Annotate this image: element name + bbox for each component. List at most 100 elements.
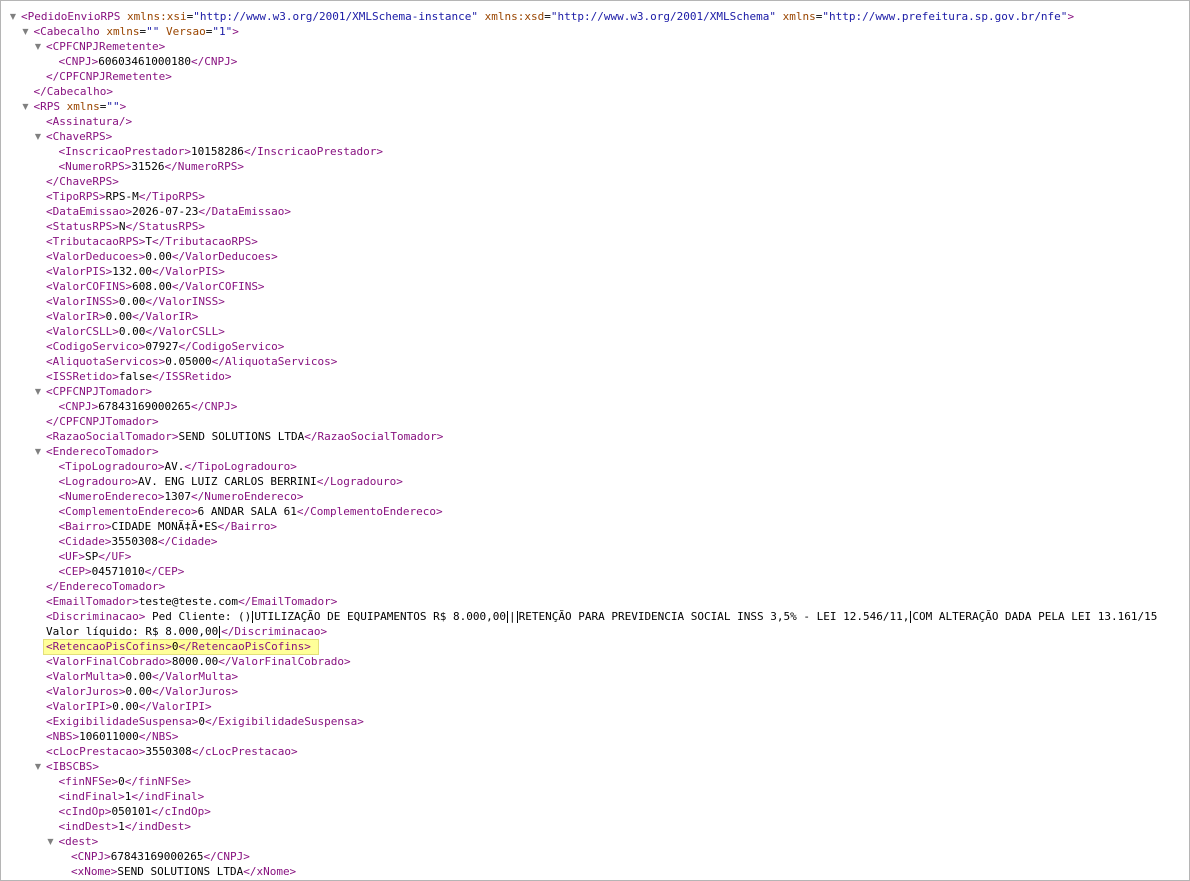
xml-tag: </cLocPrestacao> [191, 745, 298, 758]
xml-text: COM ALTERAÇÃO DADA PELA LEI 13.161/15 [912, 610, 1158, 623]
xml-tag: <CEP> [58, 565, 92, 578]
xml-tag: </ValorPIS> [151, 265, 225, 278]
xml-tag: <CNPJ> [58, 55, 99, 68]
xml-tag: </Discriminacao> [221, 625, 328, 638]
xml-tag: </EnderecoTomador> [46, 580, 166, 593]
xml-text: 3550308 [111, 535, 158, 548]
xml-text: 8000.00 [171, 655, 219, 668]
xml-text: 3550308 [145, 745, 192, 758]
xml-line: <RetencaoPisCofins>0</RetencaoPisCofins> [1, 639, 1189, 655]
xml-viewer: ▼ <PedidoEnvioRPS xmlns:xsi="http://www.w… [0, 0, 1190, 881]
xml-tag: </indFinal> [131, 790, 205, 803]
xml-tag: <indDest> [58, 820, 119, 833]
xml-text: 050101 [111, 805, 152, 818]
xml-tag: <Bairro> [58, 520, 112, 533]
xml-line-content: <ExigibilidadeSuspensa>0</ExigibilidadeS… [46, 714, 364, 729]
xml-tag: <Logradouro> [58, 475, 138, 488]
xml-line-content: <Bairro>CIDADE MONÃ‡Ã•ES</Bairro> [59, 519, 278, 534]
xml-text: 132.00 [112, 265, 152, 278]
xml-tag: </xNome> [243, 865, 297, 878]
xml-line-content: <TipoLogradouro>AV.</TipoLogradouro> [59, 459, 297, 474]
xml-line: </EnderecoTomador> [1, 579, 1189, 594]
xml-line: <ISSRetido>false</ISSRetido> [1, 369, 1189, 384]
xml-line: ▼ <CPFCNPJRemetente> [1, 39, 1189, 54]
xml-line: </CPFCNPJRemetente> [1, 69, 1189, 84]
xml-line-content: <RetencaoPisCofins>0</RetencaoPisCofins> [43, 639, 319, 655]
xml-tag: <ValorINSS> [46, 295, 119, 308]
xml-line: <ValorPIS>132.00</ValorPIS> [1, 264, 1189, 279]
xml-tag: </ExigibilidadeSuspensa> [204, 715, 364, 728]
xml-tag: <ValorPIS> [46, 265, 113, 278]
collapse-toggle-icon[interactable]: ▼ [33, 444, 43, 459]
xml-line-content: <ValorIR>0.00</ValorIR> [46, 309, 198, 324]
xml-tag: <CPFCNPJRemetente> [46, 40, 166, 53]
xml-text: 07927 [145, 340, 179, 353]
xml-line: ▼ <PedidoEnvioRPS xmlns:xsi="http://www.w… [1, 9, 1189, 24]
xml-tag: <cIndOp> [58, 805, 112, 818]
xml-tag: <DataEmissao> [46, 205, 133, 218]
xml-line: <CNPJ>60603461000180</CNPJ> [1, 54, 1189, 69]
xml-line-content: <Logradouro>AV. ENG LUIZ CARLOS BERRINI<… [59, 474, 403, 489]
xml-line: <ExigibilidadeSuspensa>0</ExigibilidadeS… [1, 714, 1189, 729]
xml-tag: <Cabecalho [33, 25, 107, 38]
xml-line: <TipoRPS>RPS-M</TipoRPS> [1, 189, 1189, 204]
xml-text: 0.00 [112, 700, 139, 713]
collapse-toggle-icon[interactable]: ▼ [8, 9, 18, 24]
xml-line-content: <indDest>1</indDest> [59, 819, 191, 834]
xml-text: 1 [118, 820, 125, 833]
xml-line-content: <Cidade>3550308</Cidade> [59, 534, 218, 549]
xml-line-content: <cLocPrestacao>3550308</cLocPrestacao> [46, 744, 298, 759]
xml-line-content: <AliquotaServicos>0.05000</AliquotaServi… [46, 354, 337, 369]
xml-tag: <TributacaoRPS> [46, 235, 146, 248]
xml-attribute-value: "" [106, 100, 120, 113]
collapse-toggle-icon[interactable]: ▼ [46, 834, 56, 849]
xml-tag: <ValorCOFINS> [46, 280, 133, 293]
collapse-toggle-icon[interactable]: ▼ [21, 24, 31, 39]
xml-tag: </ComplementoEndereco> [296, 505, 443, 518]
xml-tag: </finNFSe> [124, 775, 191, 788]
xml-tag: <ExigibilidadeSuspensa> [46, 715, 199, 728]
xml-tag: </AliquotaServicos> [211, 355, 338, 368]
xml-text: RPS-M [105, 190, 139, 203]
xml-tag: > [232, 25, 239, 38]
collapse-toggle-icon[interactable]: ▼ [33, 39, 43, 54]
xml-line: ▼ <EnderecoTomador> [1, 444, 1189, 459]
xml-line-content: </CPFCNPJTomador> [46, 414, 159, 429]
xml-tag: <AliquotaServicos> [46, 355, 166, 368]
collapse-toggle-icon[interactable]: ▼ [33, 384, 43, 399]
xml-line-content: <ValorINSS>0.00</ValorINSS> [46, 294, 225, 309]
xml-line: ▼ <RPS xmlns=""> [1, 99, 1189, 114]
xml-text: 67843169000265 [110, 850, 204, 863]
xml-line-content: <CNPJ>67843169000265</CNPJ> [59, 399, 238, 414]
xml-attribute-name: xmlns [782, 10, 816, 23]
xml-line-content: </ChaveRPS> [46, 174, 119, 189]
xml-tag: <ValorCSLL> [46, 325, 119, 338]
xml-tag: > [1067, 10, 1075, 23]
xml-tag: </UF> [98, 550, 132, 563]
xml-line-content: <NumeroEndereco>1307</NumeroEndereco> [59, 489, 304, 504]
xml-tag: <xNome> [71, 865, 118, 878]
xml-tag: <ValorMulta> [46, 670, 126, 683]
xml-line: <Logradouro>AV. ENG LUIZ CARLOS BERRINI<… [1, 474, 1189, 489]
xml-text: 0.00 [125, 670, 152, 683]
xml-tag: <CNPJ> [58, 400, 99, 413]
xml-line: <ValorIPI>0.00</ValorIPI> [1, 699, 1189, 714]
xml-line: <ValorIR>0.00</ValorIR> [1, 309, 1189, 324]
xml-tag: </CNPJ> [190, 55, 238, 68]
collapse-toggle-icon[interactable]: ▼ [33, 129, 43, 144]
collapse-toggle-icon[interactable]: ▼ [21, 99, 31, 114]
xml-tag: </ISSRetido> [151, 370, 232, 383]
xml-text: false [118, 370, 152, 383]
xml-tag: </ValorINSS> [145, 295, 225, 308]
collapse-toggle-icon[interactable]: ▼ [33, 759, 43, 774]
xml-text: T [145, 235, 152, 248]
xml-tag: <TipoRPS> [46, 190, 106, 203]
xml-tag: <IBSCBS> [46, 760, 99, 773]
xml-attribute-value: "http://www.w3.org/2001/XMLSchema-instan… [193, 10, 478, 23]
xml-line-content: </CPFCNPJRemetente> [46, 69, 172, 84]
xml-line-content: <IBSCBS> [46, 759, 99, 774]
xml-tag: <CPFCNPJTomador> [46, 385, 152, 398]
xml-tag: </RazaoSocialTomador> [304, 430, 444, 443]
xml-tag: </Cabecalho> [33, 85, 113, 98]
xml-tag: > [119, 100, 127, 113]
